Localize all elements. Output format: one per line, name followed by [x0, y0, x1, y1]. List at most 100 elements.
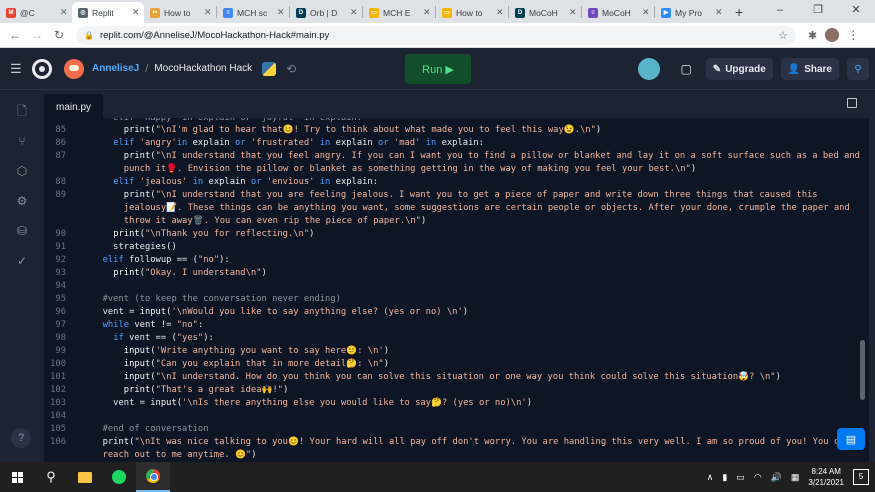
- browser-menu-icon[interactable]: ⋮: [847, 28, 859, 42]
- chat-bubble-button[interactable]: ▤: [837, 428, 865, 450]
- python-icon: [262, 61, 277, 76]
- browser-tab[interactable]: ≡ MoCoH ✕: [582, 2, 654, 23]
- browser-tab[interactable]: M @C ✕: [0, 2, 72, 23]
- close-tab-icon[interactable]: ✕: [496, 7, 504, 18]
- close-tab-icon[interactable]: ✕: [642, 7, 650, 18]
- repl-name[interactable]: MocoHackathon Hack: [154, 63, 252, 74]
- chat-icon[interactable]: ▢: [680, 62, 691, 76]
- wifi-icon[interactable]: ◠: [754, 472, 762, 483]
- address-bar: ← → ↻ 🔒 replit.com/@AnneliseJ/MocoHackat…: [0, 23, 875, 48]
- close-tab-icon[interactable]: ✕: [132, 7, 140, 18]
- help-icon[interactable]: ?: [11, 428, 31, 448]
- forms-icon: ≡: [588, 7, 598, 18]
- right-edge: [869, 90, 875, 462]
- files-icon[interactable]: 🗋: [15, 104, 29, 118]
- code-line: 103 vent = input('\nIs there anything el…: [50, 398, 532, 408]
- browser-tab[interactable]: D Orb | D ✕: [290, 2, 362, 23]
- share-button[interactable]: 👤 Share: [780, 58, 839, 80]
- usb-icon[interactable]: ▮: [722, 472, 727, 483]
- tools-icon: ✂: [150, 7, 160, 18]
- network-icon[interactable]: ▦: [791, 472, 800, 483]
- close-window-icon[interactable]: ✕: [837, 0, 875, 23]
- browser-tab[interactable]: D MoCoH ✕: [509, 2, 581, 23]
- upgrade-button[interactable]: ✎ Upgrade: [705, 58, 773, 80]
- replit-logo-icon[interactable]: [32, 58, 52, 79]
- settings-icon[interactable]: ⚙: [15, 194, 29, 208]
- slides-icon: ▭: [442, 7, 452, 18]
- search-icon[interactable]: ⚲: [34, 462, 68, 492]
- add-user-icon: 👤: [787, 63, 801, 75]
- menu-icon[interactable]: ☰: [10, 61, 24, 77]
- restore-icon[interactable]: ❐: [799, 0, 837, 23]
- header-actions: ▢ ✎ Upgrade 👤 Share ⚲: [638, 48, 875, 90]
- close-tab-icon[interactable]: ✕: [350, 7, 358, 18]
- close-tab-icon[interactable]: ✕: [277, 7, 285, 18]
- close-tab-icon[interactable]: ✕: [60, 7, 68, 18]
- layout-icon[interactable]: [847, 98, 857, 108]
- show-hidden-icon[interactable]: ∧: [707, 472, 714, 483]
- profile-avatar[interactable]: [825, 28, 840, 42]
- code-area[interactable]: elif 'happy' in explain or 'joyful' in e…: [44, 118, 869, 462]
- browser-tab-strip: M @C ✕ ◎ Replit ✕ ✂ How to ✕ ≡ MCH sc ✕ D Orb | D…: [0, 0, 875, 23]
- code-line: throw it away🗑. You can even rip the pie…: [92, 216, 427, 226]
- battery-icon[interactable]: ▭: [736, 472, 745, 483]
- user-avatar[interactable]: [64, 58, 84, 79]
- check-icon[interactable]: ✓: [15, 254, 29, 268]
- extensions-icon[interactable]: ✱: [808, 29, 817, 42]
- code-line: 96 vent = input('\nWould you like to say…: [55, 307, 469, 317]
- upgrade-icon: ✎: [712, 63, 722, 75]
- file-explorer-icon[interactable]: [68, 462, 102, 492]
- file-tab-bar: main.py: [44, 90, 869, 118]
- new-tab-button[interactable]: +: [727, 4, 751, 20]
- editor-scrollbar[interactable]: [860, 340, 865, 400]
- slides-icon: ▭: [369, 7, 379, 18]
- zoom-icon: ▶: [661, 7, 671, 18]
- clock[interactable]: 8:24 AM 3/21/2021: [808, 466, 844, 488]
- version-control-icon[interactable]: ⑂: [15, 134, 29, 148]
- database-icon[interactable]: ⛁: [15, 224, 29, 238]
- gmail-icon: M: [6, 7, 16, 18]
- run-button[interactable]: Run ▶: [405, 54, 471, 84]
- code-line: 90 print("\nThank you for reflecting.\n"…: [55, 229, 315, 239]
- code-line: reach out to me anytime. 😊"): [92, 450, 257, 460]
- replit-header: ☰ AnneliseJ / MocoHackathon Hack ⟲ Run ▶…: [0, 48, 875, 90]
- code-line: 98 if vent == ("yes"):: [55, 333, 214, 343]
- search-icon[interactable]: ⚲: [847, 58, 869, 80]
- volume-icon[interactable]: 🔊: [771, 472, 782, 483]
- replit-icon: ◎: [78, 7, 88, 18]
- url-field[interactable]: 🔒 replit.com/@AnneliseJ/MocoHackathon-Ha…: [76, 25, 796, 45]
- browser-tab[interactable]: ≡ MCH sc ✕: [217, 2, 289, 23]
- browser-tab-active[interactable]: ◎ Replit ✕: [72, 2, 144, 23]
- close-tab-icon[interactable]: ✕: [569, 7, 577, 18]
- reload-icon[interactable]: ↻: [48, 28, 70, 42]
- browser-tab[interactable]: ▭ How to ✕: [436, 2, 508, 23]
- lock-icon: 🔒: [84, 30, 94, 40]
- code-line: 99 input('Write anything you want to say…: [55, 346, 389, 356]
- close-tab-icon[interactable]: ✕: [204, 7, 212, 18]
- windows-start-icon[interactable]: [0, 462, 34, 492]
- back-icon[interactable]: ←: [4, 28, 26, 42]
- code-editor: main.py elif 'happy' in explain or 'joyf…: [44, 90, 869, 462]
- spotify-icon[interactable]: [102, 462, 136, 492]
- code-line: 94: [55, 281, 66, 291]
- chrome-icon[interactable]: [136, 462, 170, 492]
- close-tab-icon[interactable]: ✕: [423, 7, 431, 18]
- bot-avatar[interactable]: [638, 58, 661, 80]
- browser-tab[interactable]: ▶ My Pro ✕: [655, 2, 727, 23]
- file-tab-main-py[interactable]: main.py: [44, 94, 104, 118]
- code-line: 95 #vent (to keep the conversation never…: [55, 294, 341, 304]
- code-line: 86 elif 'angry'in explain or 'frustrated…: [55, 138, 484, 148]
- history-icon[interactable]: ⟲: [286, 62, 296, 76]
- browser-tab[interactable]: ▭ MCH E ✕: [363, 2, 435, 23]
- url-text: replit.com/@AnneliseJ/MocoHackathon-Hack…: [99, 29, 330, 41]
- minimize-icon[interactable]: –: [761, 0, 799, 23]
- browser-tab[interactable]: ✂ How to ✕: [144, 2, 216, 23]
- bookmark-star-icon[interactable]: ☆: [778, 29, 788, 42]
- username-link[interactable]: AnneliseJ: [92, 63, 139, 74]
- code-line: 85 print("\nI'm glad to hear that😊! Try …: [55, 125, 602, 135]
- close-tab-icon[interactable]: ✕: [715, 7, 723, 18]
- packages-icon[interactable]: ⬡: [15, 164, 29, 178]
- forward-icon[interactable]: →: [26, 28, 48, 42]
- windows-taskbar: ⚲ ∧ ▮ ▭ ◠ 🔊 ▦ 8:24 AM 3/21/2021 5: [0, 462, 875, 492]
- notifications-icon[interactable]: 5: [853, 469, 869, 485]
